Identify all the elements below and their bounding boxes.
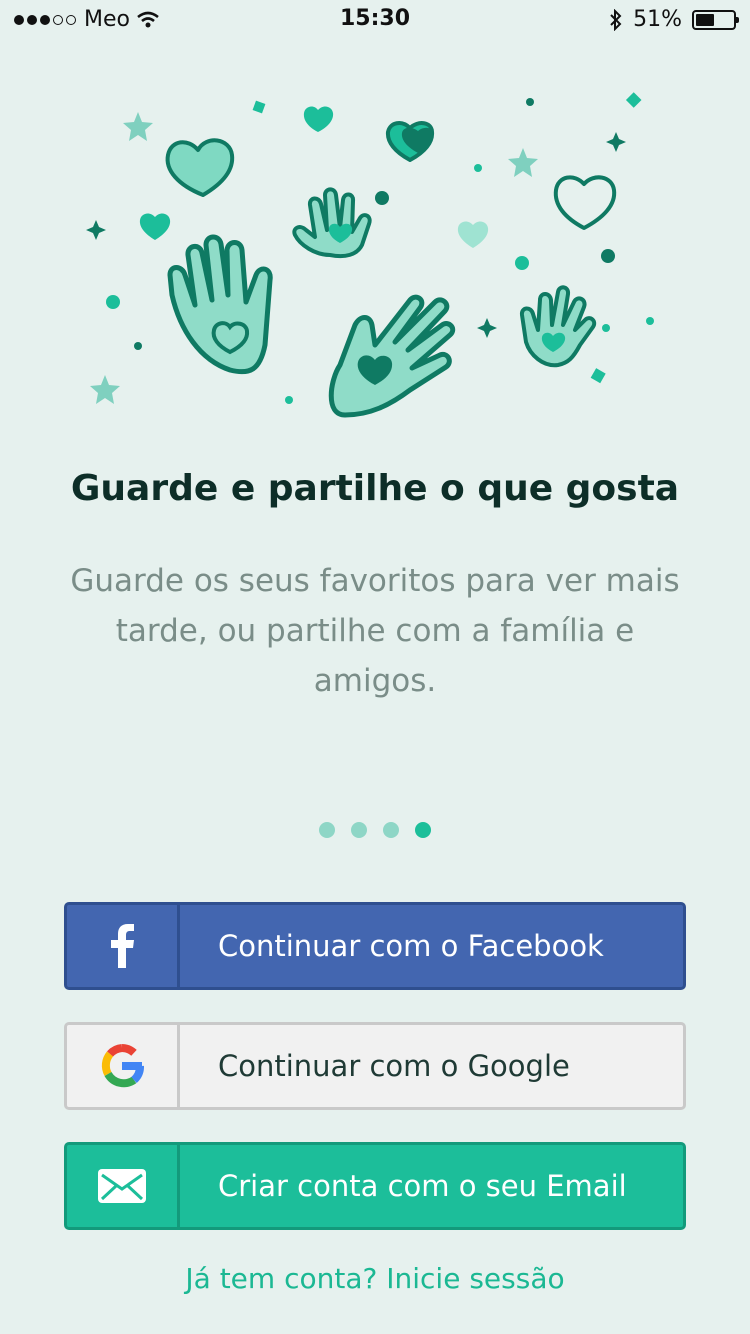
hand-small-right [519,285,597,368]
email-button-label: Criar conta com o seu Email [218,1169,627,1203]
hands-hearts-illustration [86,92,654,418]
facebook-login-button[interactable]: Continuar com o Facebook [64,902,686,990]
hand-large-left [167,234,273,375]
onboarding-title: Guarde e partilhe o que gosta [70,468,680,509]
facebook-icon [67,905,180,987]
google-icon [67,1025,180,1107]
stars-decoration [90,112,538,404]
page-dot[interactable] [383,822,399,838]
hearts-decoration [165,121,617,230]
hand-large-center [328,294,456,418]
hand-small-top [292,187,372,259]
onboarding-description: Guarde os seus favoritos para ver mais t… [70,563,680,699]
page-dot-active[interactable] [415,822,431,838]
signin-link[interactable]: Já tem conta? Inicie sessão [0,1262,750,1295]
google-login-button[interactable]: Continuar com o Google [64,1022,686,1110]
battery-percentage: 51% [633,7,682,32]
page-dot[interactable] [351,822,367,838]
page-indicator[interactable] [0,822,750,838]
bluetooth-icon [610,8,622,31]
battery-icon [692,9,739,30]
google-button-label: Continuar com o Google [218,1049,570,1083]
page-dot[interactable] [319,822,335,838]
status-bar: Meo 15:30 51% [0,0,750,40]
email-signup-button[interactable]: Criar conta com o seu Email [64,1142,686,1230]
facebook-button-label: Continuar com o Facebook [218,929,604,963]
envelope-icon [67,1145,180,1227]
